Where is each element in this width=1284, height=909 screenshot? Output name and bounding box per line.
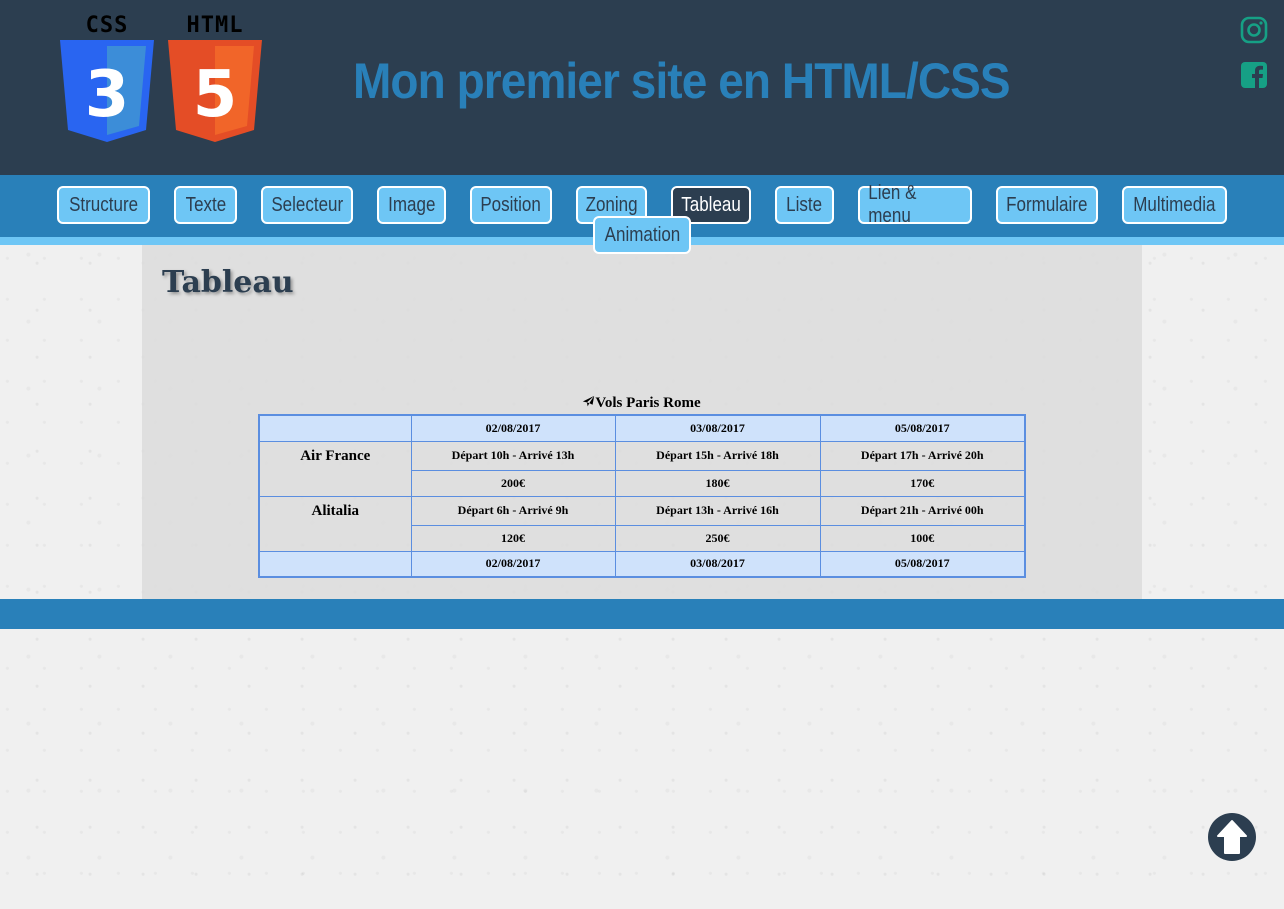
price-cell: 250€ (614, 524, 821, 552)
nav-item-texte[interactable]: Texte (174, 186, 237, 224)
flights-table: 02/08/2017 03/08/2017 05/08/2017 Air Fra… (258, 414, 1026, 578)
table-header-row: 02/08/2017 03/08/2017 05/08/2017 (258, 414, 1026, 442)
table-corner-cell (258, 550, 412, 578)
nav-item-structure[interactable]: Structure (57, 186, 150, 224)
css3-shield-icon: 3 (60, 40, 154, 142)
nav-item-position[interactable]: Position (470, 186, 552, 224)
price-cell: 120€ (410, 524, 616, 552)
nav-item-formulaire[interactable]: Formulaire (996, 186, 1098, 224)
nav-item-liste[interactable]: Liste (775, 186, 834, 224)
time-cell: Départ 6h - Arrivé 9h (410, 495, 616, 526)
date-cell: 03/08/2017 (614, 414, 821, 442)
arrow-up-icon (1217, 820, 1247, 854)
time-cell: Départ 10h - Arrivé 13h (410, 440, 616, 471)
date-cell: 05/08/2017 (819, 550, 1026, 578)
main-content: Tableau Vols Paris Rome 02/08/2017 03/08… (142, 245, 1142, 599)
svg-text:3: 3 (85, 58, 130, 132)
site-footer (0, 599, 1284, 629)
date-cell: 02/08/2017 (410, 414, 616, 442)
html-logo-label: HTML (186, 13, 244, 38)
table-footer-row: 02/08/2017 03/08/2017 05/08/2017 (258, 550, 1026, 578)
nav-item-multimedia[interactable]: Multimedia (1122, 186, 1227, 224)
table-caption-text: Vols Paris Rome (595, 395, 701, 411)
html5-shield-icon: 5 (168, 40, 262, 142)
price-cell: 170€ (819, 469, 1026, 497)
page-title: Tableau (162, 265, 294, 300)
table-corner-cell (258, 414, 412, 442)
nav-item-image[interactable]: Image (377, 186, 446, 224)
nav-item-animation[interactable]: Animation (593, 216, 691, 254)
time-cell: Départ 15h - Arrivé 18h (614, 440, 821, 471)
time-cell: Départ 13h - Arrivé 16h (614, 495, 821, 526)
table-row: Air France Départ 10h - Arrivé 13h Dépar… (258, 440, 1026, 497)
date-cell: 05/08/2017 (819, 414, 1026, 442)
time-cell: Départ 21h - Arrivé 00h (819, 495, 1026, 526)
html5-logo: HTML 5 (168, 14, 262, 150)
instagram-icon[interactable] (1240, 16, 1268, 44)
price-cell: 180€ (614, 469, 821, 497)
plane-icon (583, 395, 595, 407)
price-cell: 100€ (819, 524, 1026, 552)
nav-item-selecteur[interactable]: Selecteur (261, 186, 353, 224)
facebook-icon[interactable] (1240, 61, 1268, 89)
airline-cell: Air France (258, 440, 412, 497)
table-caption: Vols Paris Rome (258, 395, 1025, 412)
time-cell: Départ 17h - Arrivé 20h (819, 440, 1026, 471)
svg-text:5: 5 (193, 58, 238, 132)
airline-cell: Alitalia (258, 495, 412, 552)
css3-logo: CSS 3 (60, 14, 154, 150)
back-to-top-button[interactable] (1208, 813, 1256, 861)
site-title: Mon premier site en HTML/CSS (353, 53, 1011, 109)
css-logo-label: CSS (85, 13, 129, 38)
nav-item-lien-menu[interactable]: Lien & menu (858, 182, 972, 227)
site-header: CSS 3 HTML 5 Mon premier site en HTML/CS… (0, 0, 1284, 175)
table-row: Alitalia Départ 6h - Arrivé 9h Départ 13… (258, 495, 1026, 552)
price-cell: 200€ (410, 469, 616, 497)
date-cell: 02/08/2017 (410, 550, 616, 578)
date-cell: 03/08/2017 (614, 550, 821, 578)
